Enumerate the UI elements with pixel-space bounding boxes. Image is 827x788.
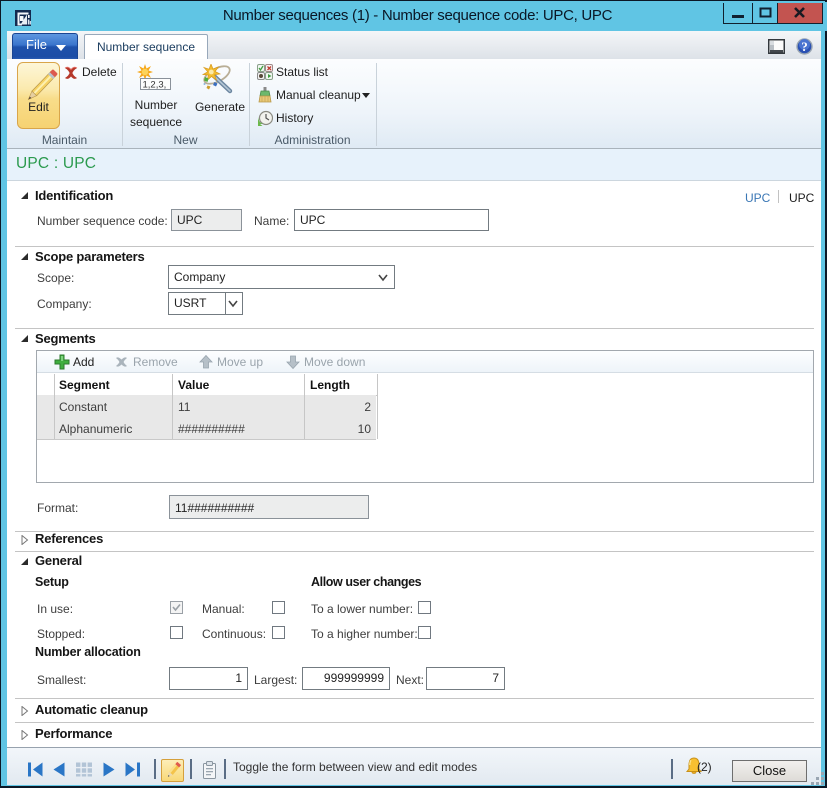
svg-text:1,2,3,: 1,2,3, bbox=[143, 80, 167, 91]
svg-text:?: ? bbox=[801, 39, 808, 54]
